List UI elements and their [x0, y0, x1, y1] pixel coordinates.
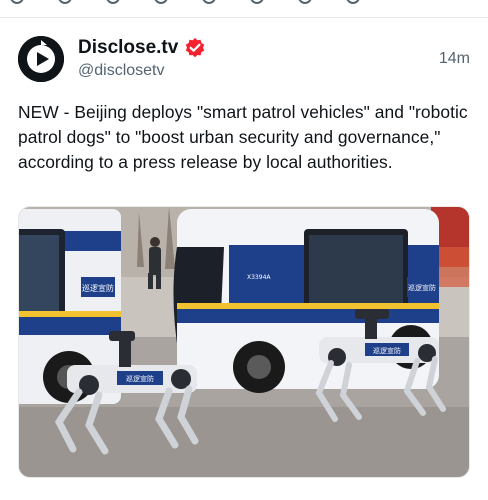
post-timestamp[interactable]: 14m: [439, 50, 470, 68]
toolbar-icon-8[interactable]: [346, 0, 360, 4]
author-display-name[interactable]: Disclose.tv: [78, 37, 178, 59]
toolbar-icon-6[interactable]: [250, 0, 264, 4]
author-handle[interactable]: @disclosetv: [78, 62, 165, 80]
toolbar-icon-3[interactable]: [106, 0, 120, 4]
avatar[interactable]: [18, 36, 64, 82]
post-card: Disclose.tv @disclosetv 14m NEW - Beijin…: [0, 18, 488, 500]
play-logo-icon: [18, 36, 64, 82]
vehicle-sign-left: 巡逻宣防: [82, 283, 114, 293]
vehicle-plate: X3394A: [247, 274, 271, 281]
post-text: NEW - Beijing deploys "smart patrol vehi…: [18, 102, 468, 172]
main-patrol-vehicle: 巡逻宣防 X3394A: [173, 209, 439, 393]
toolbar-icon-5[interactable]: [202, 0, 216, 4]
toolbar-icon-2[interactable]: [58, 0, 72, 4]
post-image[interactable]: 巡逻宣防 巡逻宣防 X3394A 巡逻宣防 巡逻宣防: [18, 206, 470, 478]
patrol-scene-image: 巡逻宣防 巡逻宣防 X3394A 巡逻宣防 巡逻宣防: [19, 207, 469, 477]
author-name-row: Disclose.tv: [78, 37, 206, 59]
robot-label-right: 巡逻宣防: [373, 346, 401, 355]
robot-label-left: 巡逻宣防: [126, 374, 154, 383]
toolbar-icon-1[interactable]: [10, 0, 24, 4]
verified-badge-icon: [186, 38, 205, 58]
toolbar-icon-4[interactable]: [154, 0, 168, 4]
toolbar-icon-7[interactable]: [298, 0, 312, 4]
top-toolbar-partial: [0, 0, 488, 18]
vehicle-sign-main: 巡逻宣防: [408, 283, 436, 292]
